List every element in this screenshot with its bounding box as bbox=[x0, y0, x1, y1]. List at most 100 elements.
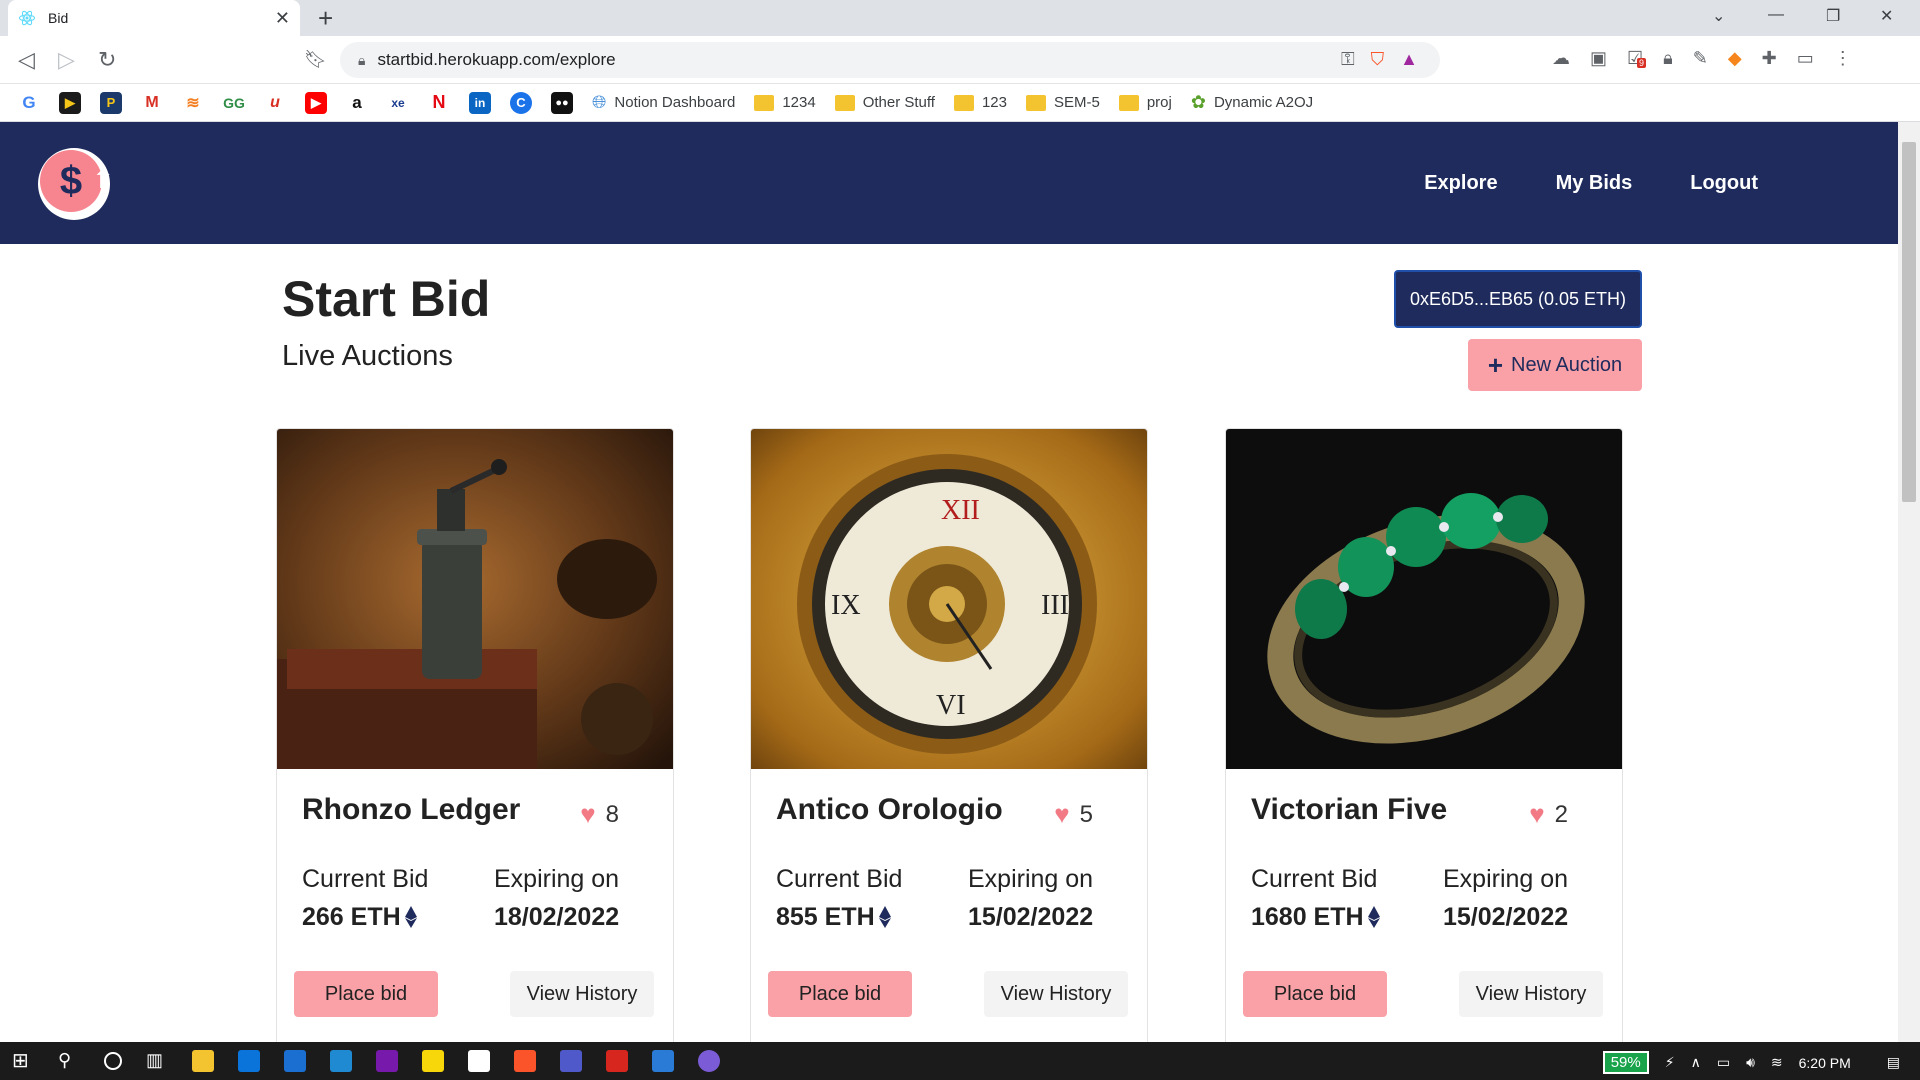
brave-icon[interactable] bbox=[514, 1050, 536, 1072]
close-window-icon[interactable]: ✕ bbox=[1880, 6, 1893, 26]
auction-image-pocket-watch[interactable]: XII III VI IX bbox=[751, 429, 1147, 769]
like-counter[interactable]: ♥ 2 bbox=[1529, 799, 1568, 830]
onenote-icon[interactable] bbox=[376, 1050, 398, 1072]
key-icon[interactable]: ⚿ bbox=[1341, 49, 1355, 70]
bookmark-notion-dashboard[interactable]: 🌐︎ Notion Dashboard bbox=[592, 92, 735, 113]
sticky-notes-icon[interactable] bbox=[422, 1050, 444, 1072]
u-bookmark-icon[interactable]: u bbox=[264, 91, 286, 114]
c-bookmark-icon[interactable]: C bbox=[510, 91, 532, 114]
xe-bookmark-icon[interactable]: xe bbox=[387, 91, 409, 114]
nav-logout-link[interactable]: Logout bbox=[1690, 172, 1758, 195]
youtube-bookmark-icon[interactable]: ▶ bbox=[305, 91, 327, 114]
close-tab-icon[interactable]: ✕ bbox=[275, 8, 290, 29]
linkedin-bookmark-icon[interactable]: in bbox=[469, 91, 491, 114]
reload-icon[interactable]: ↻ bbox=[98, 47, 116, 73]
netflix-bookmark-icon[interactable]: N bbox=[428, 91, 450, 114]
bookmark-folder-1234[interactable]: 1234 bbox=[754, 94, 816, 111]
react-icon bbox=[18, 10, 36, 26]
heart-icon[interactable]: ♥ bbox=[1529, 799, 1544, 830]
file-explorer-icon[interactable] bbox=[192, 1050, 214, 1072]
bookmark-label: Dynamic A2OJ bbox=[1213, 94, 1314, 111]
windows-start-icon[interactable]: ⊞ bbox=[12, 1050, 34, 1072]
extension-notion-icon[interactable]: ✎ bbox=[1693, 48, 1708, 69]
calendar-icon[interactable] bbox=[284, 1050, 306, 1072]
like-counter[interactable]: ♥ 8 bbox=[580, 799, 619, 830]
store-icon[interactable] bbox=[468, 1050, 490, 1072]
cortana-icon[interactable] bbox=[104, 1052, 122, 1070]
heart-icon[interactable]: ♥ bbox=[580, 799, 595, 830]
battery-indicator[interactable]: 59% bbox=[1602, 1051, 1649, 1074]
bookmark-folder-123[interactable]: 123 bbox=[953, 94, 1007, 111]
extension-cloud-icon[interactable]: ☁ bbox=[1552, 48, 1570, 69]
vscode-icon[interactable] bbox=[330, 1050, 352, 1072]
teams-icon[interactable] bbox=[560, 1050, 582, 1072]
nav-explore-link[interactable]: Explore bbox=[1424, 172, 1497, 195]
extension-pip-icon[interactable]: ▣ bbox=[1590, 48, 1607, 69]
bookmark-folder-other-stuff[interactable]: Other Stuff bbox=[834, 94, 935, 111]
current-bid-value: 1680 ETH bbox=[1251, 903, 1380, 932]
mail-icon[interactable] bbox=[238, 1050, 260, 1072]
geeksforgeeks-bookmark-icon[interactable]: GG bbox=[223, 91, 245, 114]
stackoverflow-bookmark-icon[interactable]: ≋ bbox=[182, 91, 204, 114]
expiry-date: 15/02/2022 bbox=[968, 903, 1094, 931]
task-view-icon[interactable]: ▥ bbox=[146, 1050, 168, 1072]
view-history-button[interactable]: View History bbox=[1459, 971, 1603, 1017]
bookmark-dynamic-a2oj[interactable]: ✿ Dynamic A2OJ bbox=[1191, 92, 1313, 113]
omnibox[interactable]: 🔒︎ startbid.herokuapp.com/explore ⚿ ⛉ ▲ bbox=[340, 42, 1440, 78]
browser-tab-bar: Bid ✕ + ⌄ — ❐ ✕ bbox=[0, 0, 1920, 36]
gmail-bookmark-icon[interactable]: M bbox=[141, 91, 163, 114]
tab-search-icon[interactable]: ⌄ bbox=[1712, 6, 1725, 26]
amazon-bookmark-icon[interactable]: a bbox=[346, 91, 368, 114]
wallet-icon[interactable]: ▭ bbox=[1797, 48, 1814, 69]
extension-lock-icon[interactable]: 🔒︎ bbox=[1663, 48, 1673, 69]
extension-todo-icon[interactable]: ☑ 9 bbox=[1627, 48, 1647, 69]
place-bid-button[interactable]: Place bid bbox=[1243, 971, 1387, 1017]
forward-icon[interactable]: ▷ bbox=[58, 47, 75, 73]
new-tab-icon[interactable]: + bbox=[318, 4, 333, 32]
like-count: 5 bbox=[1079, 800, 1093, 828]
tray-chevron-icon[interactable]: ∧ bbox=[1691, 1054, 1701, 1071]
scrollbar-thumb[interactable] bbox=[1902, 142, 1916, 502]
acrobat-icon[interactable] bbox=[606, 1050, 628, 1072]
bookmark-folder-proj[interactable]: proj bbox=[1118, 94, 1172, 111]
place-bid-button[interactable]: Place bid bbox=[294, 971, 438, 1017]
p-bookmark-icon[interactable]: P bbox=[100, 91, 122, 114]
like-counter[interactable]: ♥ 5 bbox=[1054, 799, 1093, 830]
brave-shield-icon[interactable]: ⛉ bbox=[1371, 49, 1385, 70]
view-history-button[interactable]: View History bbox=[510, 971, 654, 1017]
place-bid-button[interactable]: Place bid bbox=[768, 971, 912, 1017]
bookmark-folder-sem-5[interactable]: SEM-5 bbox=[1026, 94, 1100, 111]
plex-bookmark-icon[interactable]: ▶ bbox=[59, 91, 81, 114]
brave-rewards-icon[interactable]: ▲ bbox=[1400, 49, 1418, 70]
maximize-icon[interactable]: ❐ bbox=[1826, 6, 1840, 26]
browser-tab[interactable]: Bid ✕ bbox=[8, 0, 300, 36]
wallet-address-button[interactable]: 0xE6D5...EB65 (0.05 ETH) bbox=[1394, 270, 1642, 328]
menu-icon[interactable]: ⋮ bbox=[1834, 48, 1852, 69]
wifi-icon[interactable]: ≋ bbox=[1771, 1054, 1783, 1071]
clock[interactable]: 6:20 PM bbox=[1799, 1055, 1851, 1071]
medium-bookmark-icon[interactable]: ●● bbox=[551, 91, 573, 114]
volume-icon[interactable]: 🔊︎ bbox=[1746, 1054, 1755, 1071]
like-count: 2 bbox=[1554, 800, 1568, 828]
site-logo[interactable]: $ ⬆ bbox=[38, 148, 114, 220]
auction-image-coffee-grinder[interactable] bbox=[277, 429, 673, 769]
minimize-icon[interactable]: — bbox=[1768, 6, 1784, 24]
page-scrollbar[interactable] bbox=[1898, 122, 1920, 1042]
heart-icon[interactable]: ♥ bbox=[1054, 799, 1069, 830]
google-bookmark-icon[interactable]: G bbox=[18, 91, 40, 114]
power-icon[interactable]: ⚡︎ bbox=[1665, 1054, 1675, 1071]
bookmark-icon[interactable]: 🔖︎ bbox=[304, 49, 327, 70]
plus-icon: + bbox=[1487, 350, 1503, 380]
battery-icon[interactable]: ▭ bbox=[1717, 1054, 1730, 1071]
metamask-icon[interactable]: ◆ bbox=[1728, 48, 1742, 69]
github-desktop-icon[interactable] bbox=[698, 1050, 720, 1072]
auction-image-emerald-ring[interactable] bbox=[1226, 429, 1622, 769]
extensions-puzzle-icon[interactable]: ✚ bbox=[1762, 48, 1777, 69]
photos-icon[interactable] bbox=[652, 1050, 674, 1072]
notifications-icon[interactable]: ▤ bbox=[1887, 1054, 1900, 1071]
view-history-button[interactable]: View History bbox=[984, 971, 1128, 1017]
new-auction-button[interactable]: + New Auction bbox=[1468, 339, 1642, 391]
search-icon[interactable]: ⚲ bbox=[58, 1050, 80, 1072]
back-icon[interactable]: ◁ bbox=[18, 47, 35, 73]
nav-my-bids-link[interactable]: My Bids bbox=[1556, 172, 1633, 195]
